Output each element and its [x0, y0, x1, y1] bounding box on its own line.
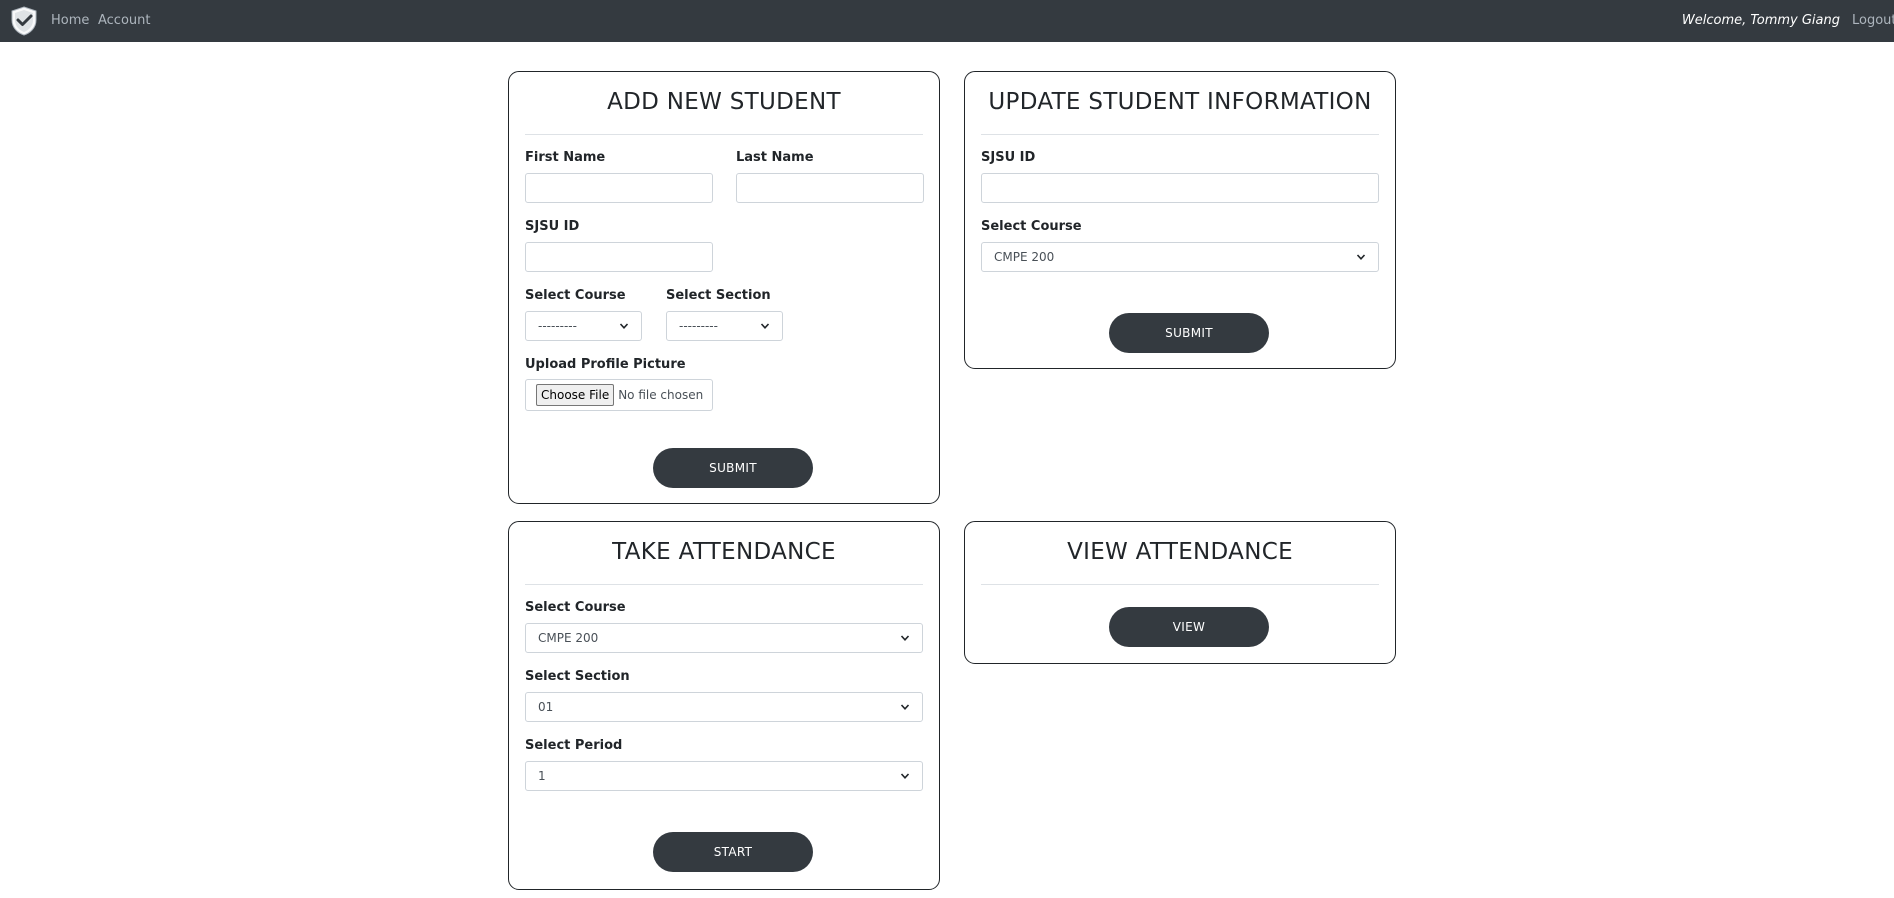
- period-label: Select Period: [525, 738, 623, 753]
- section-select-value: ---------: [679, 319, 718, 333]
- attendance-course-select[interactable]: CMPE 200: [525, 623, 923, 653]
- nav-home-link[interactable]: Home: [51, 13, 89, 28]
- attendance-section-select[interactable]: 01: [525, 692, 923, 722]
- card-title: UPDATE STUDENT INFORMATION: [988, 89, 1372, 115]
- chevron-down-icon: [900, 704, 910, 710]
- divider: [981, 584, 1379, 585]
- card-title: ADD NEW STUDENT: [607, 89, 841, 115]
- sjsu-id-label: SJSU ID: [981, 150, 1036, 165]
- update-sjsu-id-input[interactable]: [981, 173, 1379, 203]
- chevron-down-icon: [760, 323, 770, 329]
- take-attendance-card: TAKE ATTENDANCE Select Course CMPE 200 S…: [508, 521, 940, 890]
- section-select-value: 01: [538, 700, 554, 714]
- last-name-label: Last Name: [736, 150, 814, 165]
- course-select[interactable]: ---------: [525, 311, 642, 341]
- start-attendance-button[interactable]: START: [653, 832, 813, 872]
- view-attendance-button[interactable]: VIEW: [1109, 607, 1269, 647]
- top-navbar: Home Account Welcome, Tommy Giang Logout: [0, 0, 1894, 42]
- welcome-text: Welcome, Tommy Giang: [1681, 13, 1840, 28]
- course-select-value: ---------: [538, 319, 577, 333]
- course-label: Select Course: [981, 219, 1082, 234]
- divider: [525, 134, 923, 135]
- section-label: Select Section: [666, 288, 771, 303]
- first-name-label: First Name: [525, 150, 606, 165]
- chevron-down-icon: [619, 323, 629, 329]
- shield-check-icon[interactable]: [8, 5, 40, 37]
- course-select-value: CMPE 200: [994, 250, 1055, 264]
- update-course-select[interactable]: CMPE 200: [981, 242, 1379, 272]
- file-status-text: No file chosen: [618, 388, 704, 402]
- section-label: Select Section: [525, 669, 630, 684]
- course-label: Select Course: [525, 288, 626, 303]
- period-select-value: 1: [538, 769, 546, 783]
- chevron-down-icon: [1356, 254, 1366, 260]
- add-student-card: ADD NEW STUDENT First Name Last Name SJS…: [508, 71, 940, 504]
- update-student-submit-button[interactable]: SUBMIT: [1109, 313, 1269, 353]
- card-title: VIEW ATTENDANCE: [1067, 539, 1293, 565]
- last-name-input[interactable]: [736, 173, 924, 203]
- course-label: Select Course: [525, 600, 626, 615]
- choose-file-button[interactable]: Choose File: [536, 384, 615, 406]
- divider: [525, 584, 923, 585]
- chevron-down-icon: [900, 635, 910, 641]
- nav-account-link[interactable]: Account: [98, 13, 151, 28]
- card-title: TAKE ATTENDANCE: [612, 539, 836, 565]
- chevron-down-icon: [900, 773, 910, 779]
- attendance-period-select[interactable]: 1: [525, 761, 923, 791]
- update-student-card: UPDATE STUDENT INFORMATION SJSU ID Selec…: [964, 71, 1396, 369]
- view-attendance-card: VIEW ATTENDANCE VIEW: [964, 521, 1396, 664]
- course-select-value: CMPE 200: [538, 631, 599, 645]
- divider: [981, 134, 1379, 135]
- upload-picture-label: Upload Profile Picture: [525, 357, 686, 372]
- section-select[interactable]: ---------: [666, 311, 783, 341]
- nav-logout-link[interactable]: Logout: [1852, 13, 1894, 28]
- first-name-input[interactable]: [525, 173, 713, 203]
- sjsu-id-label: SJSU ID: [525, 219, 580, 234]
- profile-picture-file-input[interactable]: Choose File No file chosen: [525, 379, 713, 411]
- add-student-submit-button[interactable]: SUBMIT: [653, 448, 813, 488]
- sjsu-id-input[interactable]: [525, 242, 713, 272]
